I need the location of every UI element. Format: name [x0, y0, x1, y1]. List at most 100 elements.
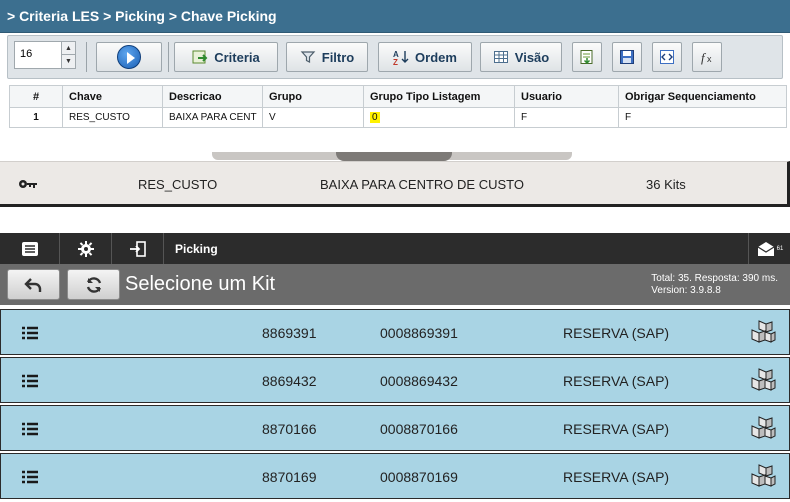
refresh-icon	[86, 276, 101, 293]
list-icon	[22, 470, 38, 484]
key-icon	[19, 180, 37, 188]
floppy-icon	[620, 50, 634, 64]
kit-row[interactable]: 8870169 0008870169 RESERVA (SAP)	[0, 453, 790, 499]
version-label: Version: 3.9.8.8	[651, 285, 721, 296]
list-icon	[22, 374, 38, 388]
column-header[interactable]: Usuario	[514, 85, 619, 108]
mail-icon	[757, 241, 774, 256]
kit-row[interactable]: 8869391 0008869391 RESERVA (SAP)	[0, 309, 790, 355]
cell-obrigar: F	[618, 107, 787, 128]
app-top-bar: Picking 61	[0, 233, 790, 264]
criteria-button-label: Criteria	[214, 49, 260, 65]
export-button[interactable]	[572, 42, 602, 72]
code-icon	[660, 50, 674, 64]
order-button-label: Ordem	[415, 49, 457, 65]
function-button[interactable]: fx	[692, 42, 722, 72]
kit-type: RESERVA (SAP)	[563, 469, 670, 485]
toolbar-divider	[86, 42, 87, 72]
action-bar: Selecione um Kit Total: 35. Resposta: 39…	[0, 264, 790, 305]
view-button-label: Visão	[514, 49, 550, 65]
funnel-icon	[300, 51, 316, 63]
logout-icon	[129, 240, 146, 257]
page-size-stepper[interactable]: 16 ▲ ▼	[14, 41, 76, 69]
menu-icon	[21, 241, 38, 256]
column-header[interactable]: Grupo Tipo Listagem	[363, 85, 515, 108]
picking-key-row-panel: RES_CUSTO BAIXA PARA CENTRO DE CUSTO 36 …	[0, 152, 790, 210]
kit-id: 8869391	[262, 325, 317, 341]
cell-usuario: F	[514, 107, 619, 128]
cell-descricao: BAIXA PARA CENT	[162, 107, 263, 128]
gear-icon	[77, 240, 94, 257]
undo-icon	[23, 277, 41, 292]
criteria-screen: > Criteria LES > Picking > Chave Picking…	[0, 0, 790, 128]
sort-az-icon: AZ	[393, 50, 409, 65]
criteria-icon	[192, 50, 208, 64]
boxes-icon	[751, 464, 776, 487]
cell-chave: RES_CUSTO	[62, 107, 163, 128]
page-size-value[interactable]: 16	[20, 48, 32, 60]
filter-button[interactable]: Filtro	[286, 42, 368, 72]
kit-id: 8870169	[262, 469, 317, 485]
save-button[interactable]	[612, 42, 642, 72]
cell-grupo: V	[262, 107, 364, 128]
boxes-icon	[751, 320, 776, 343]
kit-id: 8869432	[262, 373, 317, 389]
kit-row[interactable]: 8870166 0008870166 RESERVA (SAP)	[0, 405, 790, 451]
kit-code: 0008869391	[380, 325, 458, 341]
list-icon	[22, 326, 38, 340]
criteria-button[interactable]: Criteria	[174, 42, 278, 72]
breadcrumb: > Criteria LES > Picking > Chave Picking	[7, 8, 277, 24]
back-button[interactable]	[7, 269, 60, 300]
export-icon	[580, 50, 593, 65]
composite-screenshot: > Criteria LES > Picking > Chave Picking…	[0, 0, 790, 502]
order-button[interactable]: AZ Ordem	[378, 42, 472, 72]
settings-button[interactable]	[60, 233, 112, 264]
run-button[interactable]	[96, 42, 162, 72]
function-icon: fx	[701, 50, 712, 65]
highlighted-value: 0	[370, 112, 380, 123]
refresh-button[interactable]	[67, 269, 120, 300]
mobile-picking-screen: Picking 61 Selecione um Kit Total: 35. R…	[0, 233, 790, 502]
kit-code: 0008870169	[380, 469, 458, 485]
picking-key-code: RES_CUSTO	[138, 177, 218, 192]
exit-button[interactable]	[112, 233, 164, 264]
picking-key-row[interactable]: RES_CUSTO BAIXA PARA CENTRO DE CUSTO 36 …	[0, 161, 790, 207]
code-button[interactable]	[652, 42, 682, 72]
column-header[interactable]: Chave	[62, 85, 163, 108]
stepper-up-button[interactable]: ▲	[61, 42, 75, 55]
menu-button[interactable]	[0, 233, 60, 264]
boxes-icon	[751, 368, 776, 391]
row-number: 1	[9, 107, 63, 128]
svg-text:Z: Z	[393, 58, 398, 65]
boxes-icon	[751, 416, 776, 439]
kit-type: RESERVA (SAP)	[563, 373, 670, 389]
kit-row[interactable]: 8869432 0008869432 RESERVA (SAP)	[0, 357, 790, 403]
view-button[interactable]: Visão	[480, 42, 562, 72]
column-header[interactable]: Obrigar Sequenciamento	[618, 85, 787, 108]
kit-type: RESERVA (SAP)	[563, 325, 670, 341]
play-icon	[117, 45, 141, 69]
header-bar: > Criteria LES > Picking > Chave Picking	[0, 0, 790, 33]
table-header-row: # Chave Descricao Grupo Grupo Tipo Lista…	[9, 85, 787, 108]
app-title: Picking	[175, 242, 218, 256]
kit-code: 0008870166	[380, 421, 458, 437]
picking-key-description: BAIXA PARA CENTRO DE CUSTO	[320, 177, 524, 192]
messages-button[interactable]: 61	[748, 233, 790, 264]
response-stats: Total: 35. Resposta: 390 ms.	[651, 273, 778, 284]
kit-code: 0008869432	[380, 373, 458, 389]
toolbar-divider	[168, 42, 169, 72]
kit-count: 36 Kits	[646, 177, 686, 192]
status-info: Total: 35. Resposta: 390 ms. Version: 3.…	[651, 273, 778, 297]
criteria-table: # Chave Descricao Grupo Grupo Tipo Lista…	[9, 85, 787, 128]
column-header[interactable]: Descricao	[162, 85, 263, 108]
column-header[interactable]: Grupo	[262, 85, 364, 108]
page-heading: Selecione um Kit	[125, 273, 276, 295]
kit-type: RESERVA (SAP)	[563, 421, 670, 437]
active-tab[interactable]	[336, 152, 452, 161]
stepper-down-button[interactable]: ▼	[61, 55, 75, 68]
toolbar: 16 ▲ ▼ Criteria Filtro AZ Ordem Visão f …	[7, 35, 783, 79]
table-row[interactable]: 1 RES_CUSTO BAIXA PARA CENT V 0 F F	[9, 107, 787, 128]
list-icon	[22, 422, 38, 436]
column-header[interactable]: #	[9, 85, 63, 108]
cell-grupo-tipo: 0	[363, 107, 515, 128]
